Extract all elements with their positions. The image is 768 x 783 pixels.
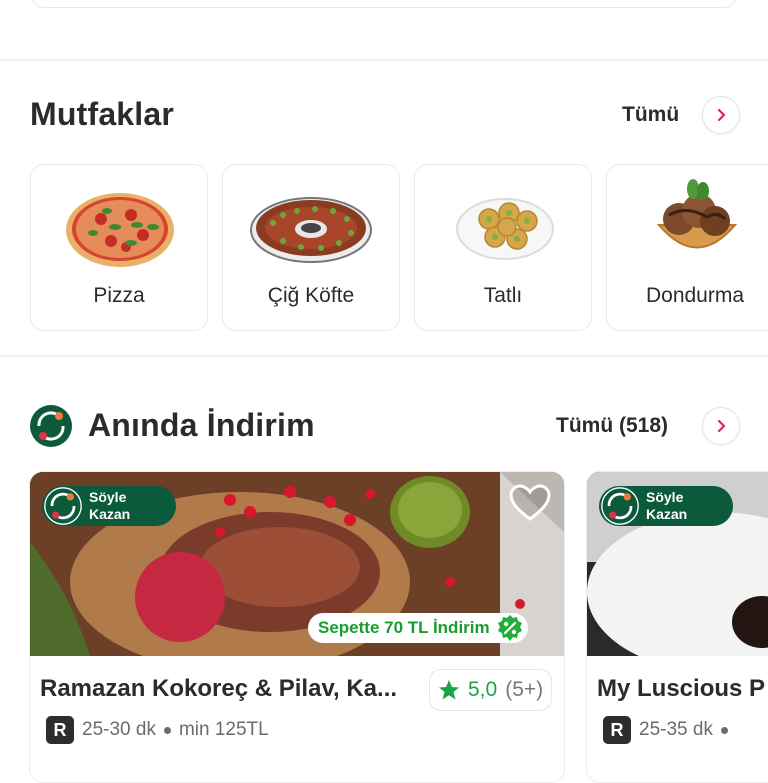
delivery-type-badge: R (46, 716, 74, 744)
badge-line1: Söyle (646, 489, 684, 505)
heart-icon[interactable] (509, 484, 551, 522)
cuisine-label: Çiğ Köfte (267, 284, 355, 307)
delivery-meta: R 25-30 dk min 125TL (46, 716, 269, 744)
delivery-time: 25-35 dk (639, 719, 713, 740)
rating-pill: 5,0 (5+) (429, 669, 553, 711)
soyle-kazan-badge: Söyle Kazan (42, 486, 176, 526)
percent-icon (497, 615, 522, 641)
section-title-cuisines: Mutfaklar (30, 96, 175, 132)
instant-discount-icon (30, 405, 72, 447)
restaurant-card[interactable]: Söyle Kazan My Luscious P R 25-35 dk (586, 471, 768, 783)
delivery-time: 25-30 dk (82, 719, 156, 740)
cuisine-card-dondurma[interactable]: Dondurma (606, 164, 768, 331)
cuisine-card-cig-kofte[interactable]: Çiğ Köfte (222, 164, 400, 331)
min-order: min 125TL (178, 719, 269, 740)
rating-value: 5,0 (468, 678, 498, 701)
cuisine-label: Tatlı (483, 284, 523, 307)
tatli-image (456, 198, 554, 260)
cuisine-card-pizza[interactable]: Pizza (30, 164, 208, 331)
soyle-kazan-icon (44, 487, 82, 525)
cuisines-next-button[interactable] (702, 96, 740, 134)
cuisine-label: Pizza (93, 284, 145, 307)
badge-line1: Söyle (89, 489, 127, 505)
badge-line2: Kazan (646, 506, 688, 522)
delivery-type-badge: R (603, 716, 631, 744)
dondurma-image (656, 179, 738, 249)
star-icon (439, 680, 459, 700)
search-bar[interactable] (30, 0, 738, 8)
separator-dot (720, 726, 728, 734)
soyle-kazan-icon (601, 487, 639, 525)
restaurant-name: Ramazan Kokoreç & Pilav, Ka... (40, 675, 398, 702)
pizza-image (66, 193, 174, 267)
chevron-right-icon (717, 419, 726, 433)
rating-count: (5+) (505, 678, 544, 701)
instant-discount-next-button[interactable] (702, 407, 740, 445)
cig-kofte-image (250, 197, 372, 263)
cuisine-card-tatli[interactable]: Tatlı (414, 164, 592, 331)
cuisines-see-all-link[interactable]: Tümü (622, 103, 679, 127)
badge-line2: Kazan (89, 506, 131, 522)
restaurant-card[interactable]: Söyle Kazan Sepette 70 TL İndirim Ramaza… (29, 471, 565, 783)
discount-pill: Sepette 70 TL İndirim (308, 613, 528, 643)
discount-text: Sepette 70 TL İndirim (318, 618, 490, 637)
section-divider (0, 355, 768, 357)
restaurant-name: My Luscious P (597, 675, 766, 702)
cuisine-label: Dondurma (645, 284, 745, 307)
section-title-instant-discount: Anında İndirim (88, 407, 315, 443)
delivery-meta: R 25-35 dk (603, 716, 736, 744)
instant-discount-see-all-link[interactable]: Tümü (518) (556, 414, 668, 438)
section-divider (0, 59, 768, 61)
separator-dot (163, 726, 171, 734)
chevron-right-icon (717, 108, 726, 122)
soyle-kazan-badge: Söyle Kazan (599, 486, 733, 526)
